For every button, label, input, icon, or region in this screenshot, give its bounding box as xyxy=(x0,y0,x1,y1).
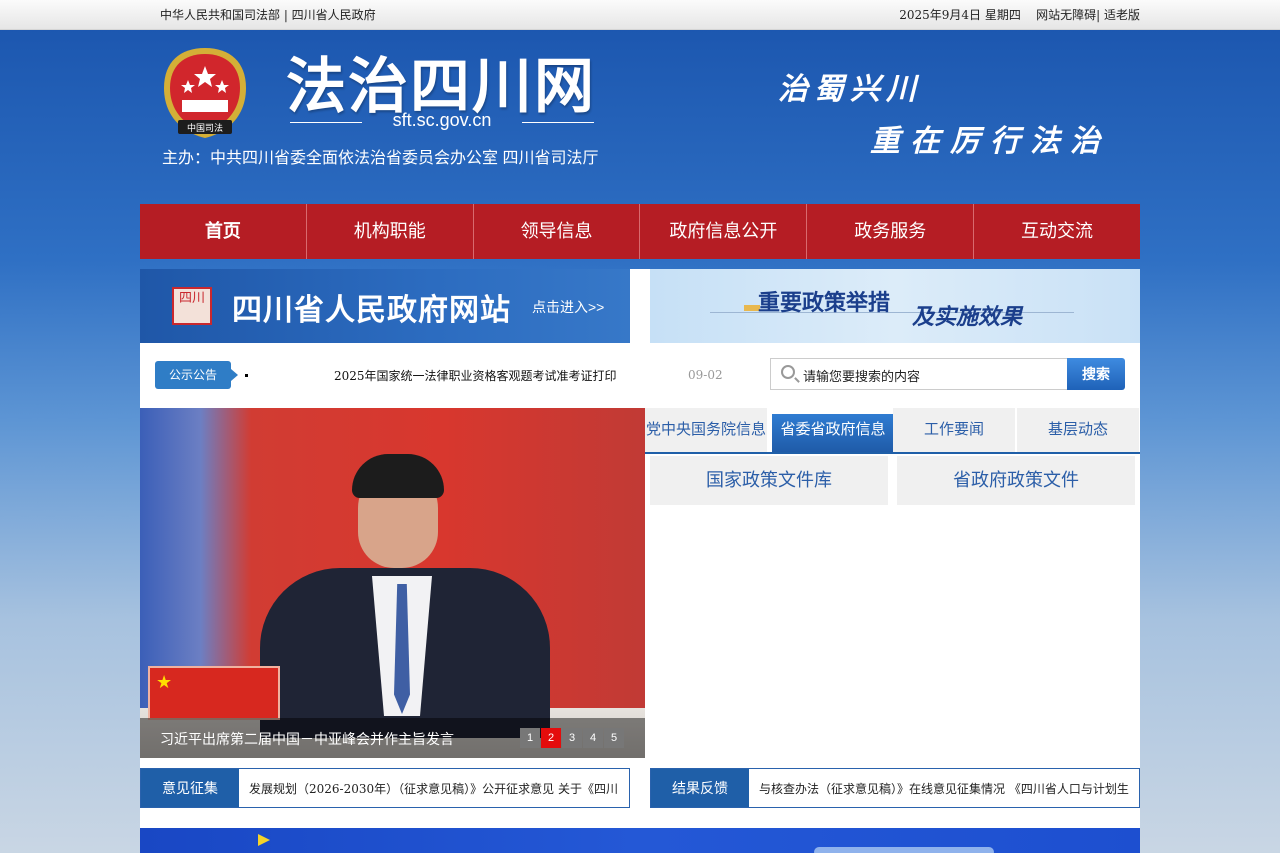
search-icon xyxy=(781,365,795,379)
info-tabs: 党中央国务院信息 省委省政府信息 工作要闻 基层动态 xyxy=(645,408,1140,454)
notice-tag[interactable]: 公示公告 xyxy=(155,361,238,389)
provincial-policy-button[interactable]: 省政府政策文件 xyxy=(897,456,1135,505)
photo-hair xyxy=(352,454,444,498)
bullet-icon xyxy=(245,374,248,377)
sponsor-text: 主办：中共四川省委全面依法治省委员会办公室 四川省司法厅 xyxy=(162,150,599,167)
policy-banner[interactable]: 重要政策举措 及实施效果 xyxy=(650,269,1140,343)
triangle-icon xyxy=(258,834,270,846)
slider-page-2[interactable]: 2 xyxy=(541,728,561,748)
nav-home[interactable]: 首页 xyxy=(140,204,307,259)
feedback-tag[interactable]: 结果反馈 xyxy=(651,769,749,807)
nav-interaction[interactable]: 互动交流 xyxy=(974,204,1140,259)
slider-caption[interactable]: 习近平出席第二届中国－中亚峰会并作主旨发言 xyxy=(160,729,454,749)
banner-decoration xyxy=(814,847,994,853)
nav-services[interactable]: 政务服务 xyxy=(807,204,975,259)
slider-page-3[interactable]: 3 xyxy=(562,728,582,748)
slider-page-1[interactable]: 1 xyxy=(520,728,540,748)
slider-page-4[interactable]: 4 xyxy=(583,728,603,748)
tab-central-info[interactable]: 党中央国务院信息 xyxy=(645,408,767,452)
slogan-line-1: 治蜀兴川 xyxy=(778,72,922,107)
tab-grassroots[interactable]: 基层动态 xyxy=(1017,408,1139,452)
notice-date: 09-02 xyxy=(688,368,723,382)
search-button[interactable]: 搜索 xyxy=(1067,358,1125,390)
current-date: 2025年9月4日 星期四 xyxy=(899,8,1021,22)
site-domain: sft.sc.gov.cn xyxy=(290,110,594,131)
national-policy-library-button[interactable]: 国家政策文件库 xyxy=(650,456,888,505)
slider-page-5[interactable]: 5 xyxy=(604,728,624,748)
accessibility-link[interactable]: 网站无障碍 xyxy=(1036,8,1096,22)
flag-star-icon: ★ xyxy=(156,672,173,693)
search-input[interactable] xyxy=(803,365,1053,385)
notice-item[interactable]: 2025年国家统一法律职业资格客观题考试准考证打印 xyxy=(334,367,617,384)
top-bar: 中华人民共和国司法部 | 四川省人民政府 2025年9月4日 星期四 网站无障碍… xyxy=(0,0,1280,30)
main-content: 四川 四川省人民政府网站 点击进入>> 重要政策举措 及实施效果 公示公告 20… xyxy=(140,269,1140,853)
slider-caption-bar: 习近平出席第二届中国－中亚峰会并作主旨发言 1 2 3 4 5 xyxy=(140,718,645,758)
gov-site-enter[interactable]: 点击进入>> xyxy=(532,297,604,317)
feedback-ticker: 结果反馈 与核查办法（征求意见稿）》在线意见征集情况 《四川省人口与计划生 xyxy=(650,768,1140,808)
tab-provincial-info[interactable]: 省委省政府信息 xyxy=(772,414,894,452)
opinion-text[interactable]: 发展规划（2026-2030年）（征求意见稿）》公开征求意见 关于《四川 xyxy=(249,780,629,797)
gov-site-banner[interactable]: 四川 四川省人民政府网站 点击进入>> xyxy=(140,269,630,343)
opinion-tag[interactable]: 意见征集 xyxy=(141,769,239,807)
feedback-text[interactable]: 与核查办法（征求意见稿）》在线意见征集情况 《四川省人口与计划生 xyxy=(759,780,1139,797)
site-header: 中国司法 法治四川网 sft.sc.gov.cn 主办：中共四川省委全面依法治省… xyxy=(140,30,1140,204)
gov-seal-icon: 四川 xyxy=(172,287,212,325)
elder-mode-link[interactable]: 适老版 xyxy=(1104,8,1140,22)
slider-pagination: 1 2 3 4 5 xyxy=(520,728,625,748)
nav-info-disclosure[interactable]: 政府信息公开 xyxy=(640,204,808,259)
policy-title-1: 重要政策举措 xyxy=(758,290,891,315)
search-box xyxy=(770,358,1068,390)
gov-site-title: 四川省人民政府网站 xyxy=(232,294,511,327)
tab-work-news[interactable]: 工作要闻 xyxy=(893,408,1015,452)
top-right: 2025年9月4日 星期四 网站无障碍| 适老版 xyxy=(899,0,1140,30)
bottom-banner[interactable] xyxy=(140,828,1140,853)
news-slider[interactable]: ★ 习近平出席第二届中国－中亚峰会并作主旨发言 1 2 3 4 5 xyxy=(140,408,645,758)
emblem-label: 中国司法 xyxy=(187,122,223,133)
nav-organization[interactable]: 机构职能 xyxy=(307,204,474,259)
slogan-line-2: 重在厉行法治 xyxy=(870,124,1110,159)
nav-leadership[interactable]: 领导信息 xyxy=(474,204,641,259)
justice-emblem-icon[interactable]: 中国司法 xyxy=(160,44,250,140)
main-nav: 首页 机构职能 领导信息 政府信息公开 政务服务 互动交流 xyxy=(140,204,1140,259)
policy-title-2: 及实施效果 xyxy=(912,304,1023,330)
top-separator: | xyxy=(1096,8,1101,22)
top-links[interactable]: 中华人民共和国司法部 | 四川省人民政府 xyxy=(160,0,376,30)
opinion-ticker: 意见征集 发展规划（2026-2030年）（征求意见稿）》公开征求意见 关于《四… xyxy=(140,768,630,808)
